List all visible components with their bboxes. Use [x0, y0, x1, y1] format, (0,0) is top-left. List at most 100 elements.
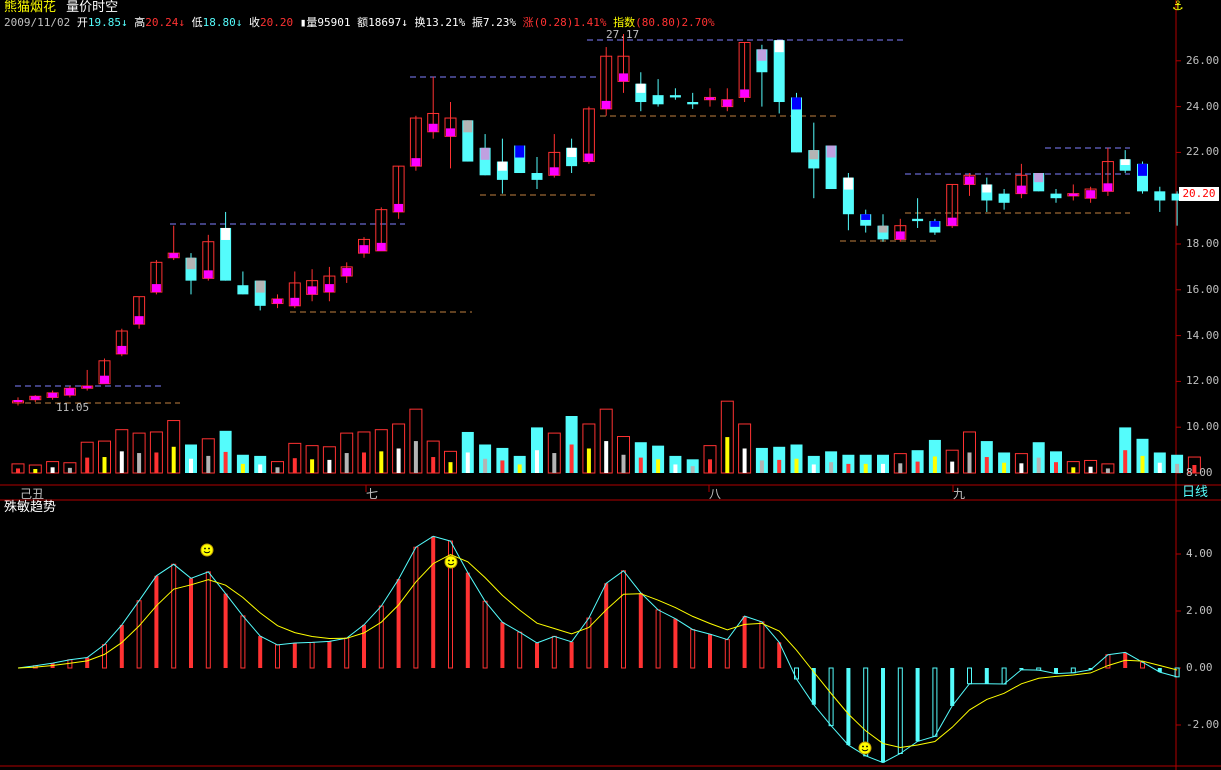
candle-fill: [774, 40, 784, 53]
indicator-bar: [482, 600, 488, 669]
volume-inner: [379, 451, 384, 473]
candle-fill: [584, 153, 594, 162]
volume-inner: [1123, 450, 1128, 473]
candle-fill: [809, 150, 819, 160]
volume-inner: [638, 457, 643, 473]
indicator-bar: [136, 600, 142, 669]
view-name[interactable]: 量价时空: [66, 0, 118, 15]
change-value: (0.28)1.41%: [533, 16, 607, 29]
smiley-eye: [204, 547, 206, 550]
candle-body: [531, 173, 543, 180]
indicator-bar: [500, 622, 505, 668]
volume-inner: [1019, 463, 1024, 473]
time-label-jul: 七: [366, 487, 379, 501]
volume-inner: [898, 463, 903, 473]
smiley-eye: [452, 559, 454, 562]
volume-inner: [292, 458, 297, 473]
candle-fill: [376, 242, 386, 251]
indicator-bar: [309, 641, 315, 669]
indicator-bar: [846, 668, 851, 746]
indicator-tick-label: 4.00: [1186, 547, 1213, 560]
index-value: (80.80)2.70%: [635, 16, 715, 29]
close-label: 收: [248, 16, 260, 29]
indicator-bar: [327, 641, 332, 668]
candle-fill: [705, 97, 715, 100]
volume-inner: [759, 460, 764, 473]
candle-fill: [567, 147, 577, 157]
candle-fill: [878, 225, 888, 233]
price-tick-label: 12.00: [1186, 374, 1220, 388]
price-tick-label: 18.00: [1186, 237, 1220, 250]
volume-inner: [258, 464, 263, 473]
candle-fill: [394, 203, 404, 212]
arrow-down-icon: ↓: [120, 16, 128, 29]
stock-chart-canvas[interactable]: [0, 0, 1221, 770]
candle-fill: [965, 176, 974, 185]
indicator-tick-label: 0.00: [1186, 661, 1213, 674]
indicator-name[interactable]: 殊敏趋势: [4, 501, 56, 515]
volume-inner: [1036, 457, 1041, 473]
indicator-bar: [362, 624, 366, 668]
price-tick-label: 10.00: [1186, 420, 1220, 434]
volume-inner: [690, 466, 695, 473]
indicator-bar: [794, 667, 799, 680]
candle-fill: [203, 270, 213, 279]
candle-fill: [290, 297, 300, 306]
candle-fill: [411, 158, 421, 167]
candle-body: [912, 218, 924, 222]
candle-fill: [324, 284, 334, 293]
candle-fill: [601, 100, 611, 109]
period-button[interactable]: 日线: [1182, 486, 1208, 500]
indicator-bar: [551, 635, 557, 669]
candle-body: [652, 95, 664, 105]
indicator-bar: [102, 644, 107, 669]
volume-inner: [275, 467, 280, 473]
indicator-bar: [897, 667, 903, 754]
volume-inner: [310, 459, 315, 473]
indicator-bar: [638, 592, 643, 668]
anchor-icon[interactable]: ⚓: [1172, 0, 1184, 14]
candle-fill: [843, 177, 853, 190]
volume-inner: [431, 457, 436, 473]
indicator-bar: [240, 615, 246, 669]
indicator-tick-label: 2.00: [1186, 604, 1213, 617]
indicator-bar: [673, 618, 678, 668]
candle-fill: [151, 284, 161, 293]
volume-inner: [50, 467, 55, 473]
volume-inner: [448, 462, 453, 473]
candle-fill: [307, 286, 317, 295]
indicator-bar: [881, 668, 885, 763]
volume-inner: [881, 463, 885, 473]
candle-body: [1050, 193, 1062, 199]
indicator-bar: [205, 571, 211, 669]
volume-inner: [1140, 455, 1145, 473]
indicator-bar: [690, 629, 696, 669]
volume-inner: [932, 456, 937, 473]
candle-fill: [861, 214, 871, 220]
high-label: 高: [134, 16, 146, 29]
candle-fill: [1086, 190, 1096, 199]
candle-fill: [65, 388, 75, 396]
volume-inner: [604, 441, 609, 473]
current-price-tag: 20.20: [1179, 187, 1219, 201]
candle-fill: [221, 227, 231, 240]
volume-inner: [483, 458, 488, 473]
indicator-bar: [984, 668, 989, 684]
indicator-bar: [344, 637, 350, 669]
candle-fill: [134, 316, 144, 325]
candle-fill: [1120, 159, 1130, 165]
indicator-bar: [378, 605, 384, 669]
candle-fill: [549, 167, 559, 176]
max-price-label: 27.17: [606, 28, 640, 41]
indicator-bar: [413, 546, 419, 669]
turnover-label: 换: [414, 16, 426, 29]
indicator-bar: [431, 536, 436, 668]
candle-body: [1154, 191, 1166, 201]
volume-inner: [102, 457, 107, 473]
candle-fill: [947, 217, 957, 226]
volume-inner: [967, 452, 972, 473]
volume-inner: [362, 452, 366, 473]
indicator-bar: [915, 668, 920, 742]
candle-fill: [82, 385, 92, 389]
candle-fill: [930, 221, 940, 227]
